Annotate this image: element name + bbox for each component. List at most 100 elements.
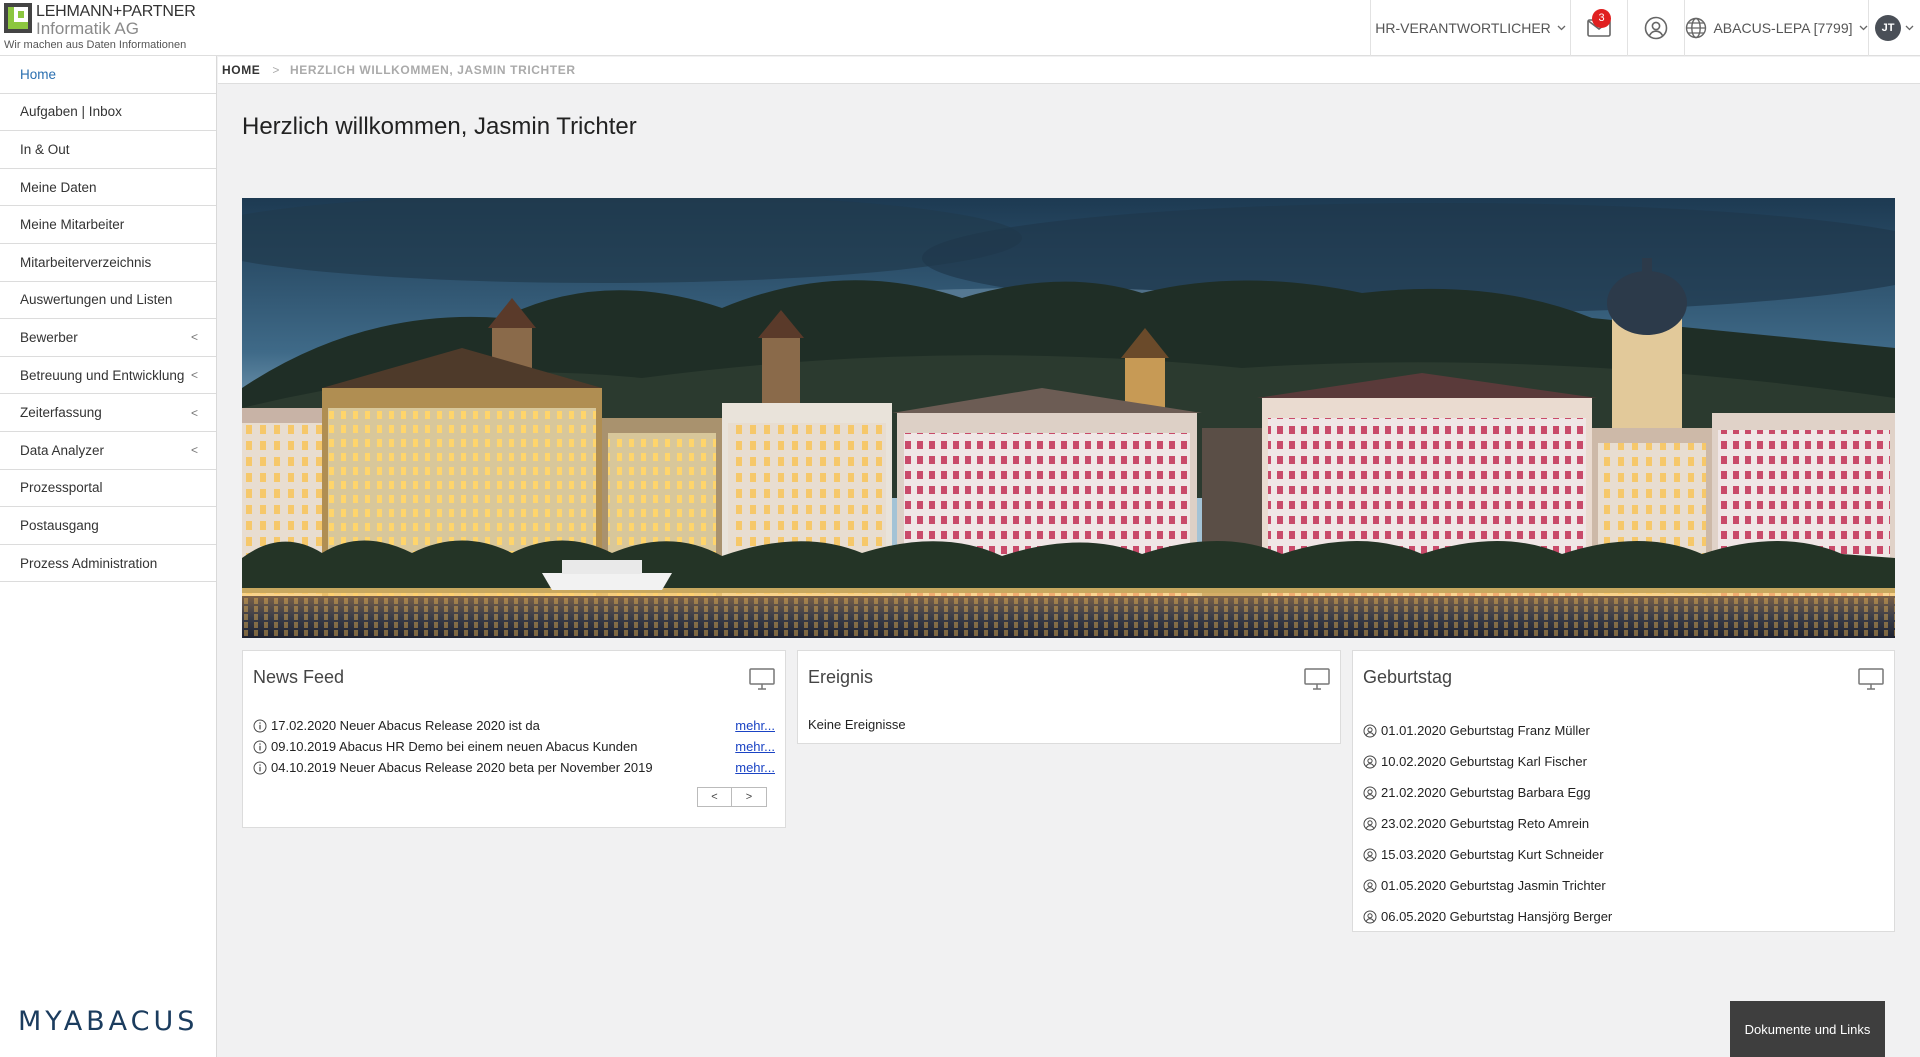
sidebar-item[interactable]: Data Analyzer <: [0, 432, 216, 470]
documents-links-button[interactable]: Dokumente und Links: [1730, 1001, 1885, 1057]
chevron-down-icon: [1905, 25, 1914, 31]
person-circle-icon: [1363, 848, 1377, 861]
birthday-item: 01.01.2020 Geburtstag Franz Müller: [1363, 715, 1884, 746]
birthday-item: 15.03.2020 Geburtstag Kurt Schneider: [1363, 839, 1884, 870]
mail-count-badge: 3: [1592, 9, 1611, 28]
avatar-menu[interactable]: JT: [1868, 0, 1920, 56]
chevron-down-icon: [1557, 25, 1566, 31]
sidebar-item[interactable]: Bewerber <: [0, 319, 216, 357]
birthday-item-text: 06.05.2020 Geburtstag Hansjörg Berger: [1381, 909, 1613, 924]
news-more-link[interactable]: mehr...: [735, 739, 775, 754]
sidebar-item-label: Aufgaben | Inbox: [20, 104, 122, 120]
chevron-left-icon: <: [190, 405, 198, 420]
sidebar-item-label: In & Out: [20, 141, 70, 157]
mandant-label: ABACUS-LEPA [7799]: [1713, 20, 1853, 36]
company-logo[interactable]: LEHMANN+PARTNER Informatik AG Wir machen…: [4, 2, 204, 54]
birthday-item-text: 01.05.2020 Geburtstag Jasmin Trichter: [1381, 878, 1606, 893]
breadcrumb-separator: >: [272, 63, 281, 77]
sidebar-item[interactable]: Meine Mitarbeiter: [0, 206, 216, 244]
ereignis-title: Ereignis: [808, 667, 874, 687]
role-dropdown[interactable]: HR-VERANTWORTLICHER: [1370, 0, 1570, 56]
sidebar-nav: Home Aufgaben | Inbox In & Out Meine Daten M…: [0, 56, 216, 583]
news-list: 17.02.2020 Neuer Abacus Release 2020 ist…: [253, 715, 775, 778]
sidebar: Home Aufgaben | Inbox In & Out Meine Daten M…: [0, 56, 217, 1057]
sidebar-item[interactable]: Home: [0, 56, 216, 94]
news-more-link[interactable]: mehr...: [735, 760, 775, 775]
news-pager: < >: [697, 787, 767, 807]
sidebar-item-label: Prozess Administration: [20, 555, 158, 571]
globe-icon: [1686, 17, 1707, 39]
news-item: 17.02.2020 Neuer Abacus Release 2020 ist…: [253, 715, 775, 736]
monitor-icon[interactable]: [749, 667, 775, 691]
news-more-link[interactable]: mehr...: [735, 718, 775, 733]
birthday-item: 10.02.2020 Geburtstag Karl Fischer: [1363, 746, 1884, 777]
sidebar-item[interactable]: Zeiterfassung <: [0, 394, 216, 432]
brand-logo: MYABACUS: [18, 1006, 199, 1037]
birthday-item: 23.02.2020 Geburtstag Reto Amrein: [1363, 808, 1884, 839]
monitor-icon[interactable]: [1858, 667, 1884, 691]
birthday-item: 01.05.2020 Geburtstag Jasmin Trichter: [1363, 870, 1884, 901]
sidebar-item[interactable]: Betreuung und Entwicklung <: [0, 357, 216, 395]
mandant-dropdown[interactable]: ABACUS-LEPA [7799]: [1684, 0, 1868, 56]
sidebar-item[interactable]: In & Out: [0, 131, 216, 169]
news-item-text: 04.10.2019 Neuer Abacus Release 2020 bet…: [271, 760, 653, 775]
news-item: 04.10.2019 Neuer Abacus Release 2020 bet…: [253, 757, 775, 778]
ereignis-panel: Ereignis Keine Ereignisse: [797, 650, 1341, 744]
user-circle-icon: [1644, 16, 1668, 40]
person-circle-icon: [1363, 879, 1377, 892]
sidebar-item[interactable]: Mitarbeiterverzeichnis: [0, 244, 216, 282]
news-item-text: 17.02.2020 Neuer Abacus Release 2020 ist…: [271, 718, 540, 733]
person-circle-icon: [1363, 910, 1377, 923]
sidebar-item-label: Auswertungen und Listen: [20, 292, 173, 308]
info-icon: [253, 740, 267, 753]
top-header: LEHMANN+PARTNER Informatik AG Wir machen…: [0, 0, 1920, 56]
breadcrumb-home[interactable]: HOME: [222, 63, 260, 77]
sidebar-item-label: Mitarbeiterverzeichnis: [20, 254, 152, 270]
sidebar-item[interactable]: Prozessportal: [0, 470, 216, 508]
news-item-text: 09.10.2019 Abacus HR Demo bei einem neue…: [271, 739, 638, 754]
info-icon: [253, 761, 267, 774]
sidebar-item[interactable]: Postausgang: [0, 507, 216, 545]
birthday-item: 21.02.2020 Geburtstag Barbara Egg: [1363, 777, 1884, 808]
sidebar-item-label: Betreuung und Entwicklung: [20, 367, 185, 383]
person-circle-icon: [1363, 755, 1377, 768]
hero-image: [242, 198, 1895, 638]
monitor-icon[interactable]: [1304, 667, 1330, 691]
sidebar-item[interactable]: Aufgaben | Inbox: [0, 94, 216, 132]
chevron-down-icon: [1859, 25, 1867, 31]
news-feed-panel: News Feed 17.02.2020 Neuer Abacus Releas…: [242, 650, 786, 828]
logo-mark-icon: [4, 3, 32, 33]
news-feed-title: News Feed: [253, 667, 345, 687]
birthday-item-text: 21.02.2020 Geburtstag Barbara Egg: [1381, 785, 1591, 800]
ereignis-empty-text: Keine Ereignisse: [808, 717, 906, 732]
avatar: JT: [1875, 15, 1901, 41]
logo-subtitle: Informatik AG: [36, 19, 139, 38]
person-circle-icon: [1363, 786, 1377, 799]
page-title: Herzlich willkommen, Jasmin Trichter: [242, 113, 637, 140]
sidebar-item-label: Postausgang: [20, 517, 99, 533]
chevron-left-icon: <: [190, 443, 198, 458]
breadcrumb-current: HERZLICH WILLKOMMEN, JASMIN TRICHTER: [290, 63, 576, 77]
geburtstag-title: Geburtstag: [1363, 667, 1453, 687]
sidebar-item-label: Meine Mitarbeiter: [20, 217, 125, 233]
geburtstag-panel: Geburtstag 01.01.2020 Geburtstag Franz M…: [1352, 650, 1895, 932]
sidebar-item[interactable]: Meine Daten: [0, 169, 216, 207]
role-label: HR-VERANTWORTLICHER: [1375, 20, 1551, 36]
person-circle-icon: [1363, 724, 1377, 737]
chevron-left-icon: <: [190, 368, 198, 383]
next-page-button[interactable]: >: [732, 787, 767, 807]
info-icon: [253, 719, 267, 732]
prev-page-button[interactable]: <: [697, 787, 732, 807]
sidebar-item-label: Meine Daten: [20, 179, 97, 195]
sidebar-item[interactable]: Auswertungen und Listen: [0, 282, 216, 320]
birthday-item-text: 01.01.2020 Geburtstag Franz Müller: [1381, 723, 1590, 738]
sidebar-item[interactable]: Prozess Administration: [0, 545, 216, 583]
user-profile-button[interactable]: [1627, 0, 1684, 56]
birthday-item: 06.05.2020 Geburtstag Hansjörg Berger: [1363, 901, 1884, 932]
logo-slogan: Wir machen aus Daten Informationen: [4, 39, 187, 51]
geburtstag-list: 01.01.2020 Geburtstag Franz Müller 10.02.…: [1363, 715, 1884, 932]
sidebar-item-label: Prozessportal: [20, 480, 103, 496]
birthday-item-text: 15.03.2020 Geburtstag Kurt Schneider: [1381, 847, 1604, 862]
person-circle-icon: [1363, 817, 1377, 830]
breadcrumb: HOME > HERZLICH WILLKOMMEN, JASMIN TRICH…: [218, 57, 1920, 84]
